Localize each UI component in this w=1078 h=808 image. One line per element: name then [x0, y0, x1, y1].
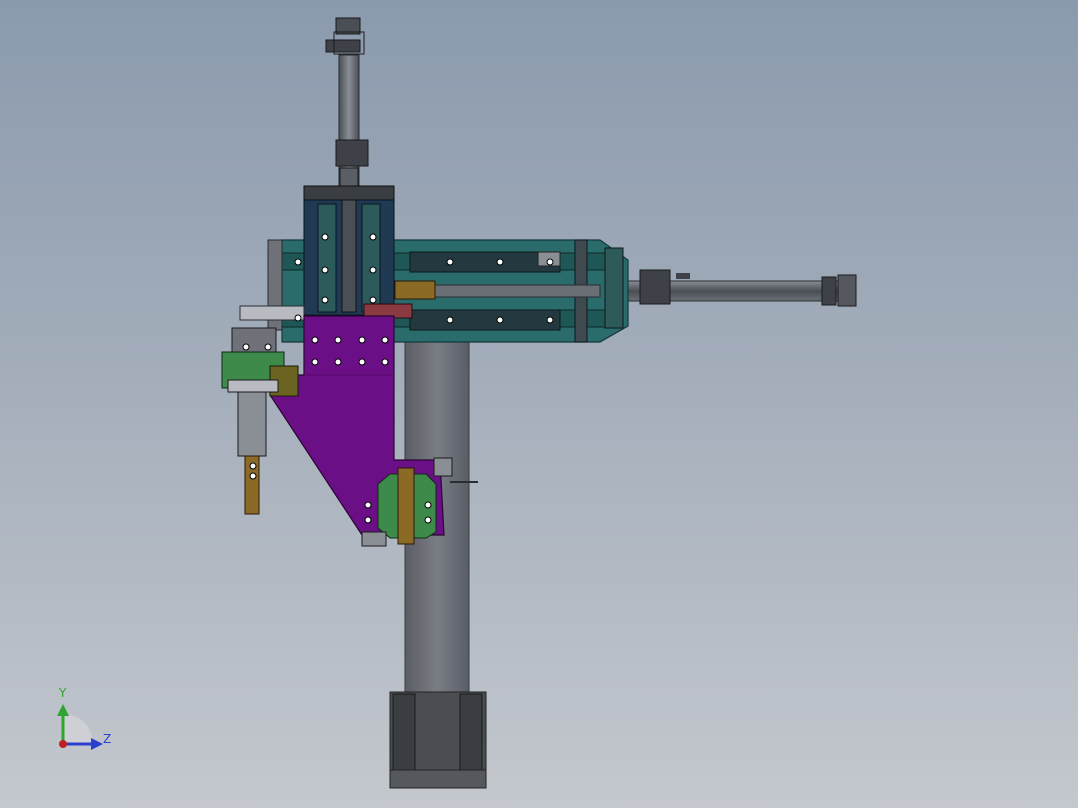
base-foot [389, 691, 487, 789]
assembly-model[interactable] [0, 0, 1078, 808]
vertical-cylinder-rod [325, 17, 369, 191]
y-axis-label: Y [59, 686, 67, 700]
horizontal-cylinder-rod [614, 269, 857, 307]
cad-viewport[interactable]: Y Z [0, 0, 1078, 808]
z-axis-label: Z [103, 732, 112, 746]
